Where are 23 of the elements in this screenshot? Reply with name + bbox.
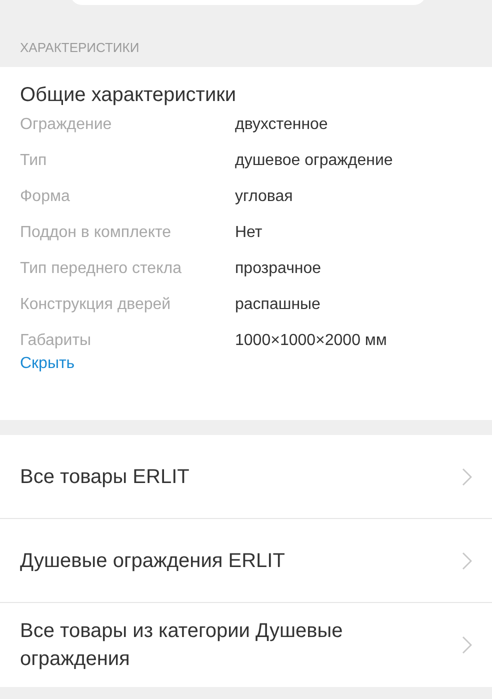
chevron-right-icon xyxy=(462,552,472,570)
category-link[interactable]: Душевые ограждения ERLIT xyxy=(0,519,492,603)
spec-label: Тип переднего стекла xyxy=(20,259,182,279)
chevron-right-icon xyxy=(462,636,472,654)
section-header: ХАРАКТЕРИСТИКИ xyxy=(20,40,140,55)
specs-title: Общие характеристики xyxy=(20,84,238,107)
category-link[interactable]: Все товары ERLIT xyxy=(0,435,492,519)
category-link[interactable]: Все товары из категории Душевые ограждения xyxy=(0,603,492,687)
spec-label: Поддон в комплекте xyxy=(20,223,172,243)
spec-label: Габариты xyxy=(20,331,92,351)
spec-value: двухстенное xyxy=(235,115,328,135)
spec-label: Тип xyxy=(20,151,48,171)
spec-value: угловая xyxy=(235,187,293,207)
spec-value: распашные xyxy=(235,295,320,315)
hide-link[interactable]: Скрыть xyxy=(20,353,75,374)
spec-value: 1000×1000×2000 мм xyxy=(235,331,387,351)
spec-label: Ограждение xyxy=(20,115,113,135)
chevron-right-icon xyxy=(462,468,472,486)
spec-value: Нет xyxy=(235,223,262,243)
spec-value: прозрачное xyxy=(235,259,322,279)
spec-label: Форма xyxy=(20,187,71,207)
spec-value: душевое ограждение xyxy=(235,151,393,171)
spec-label: Конструкция дверей xyxy=(20,295,172,315)
